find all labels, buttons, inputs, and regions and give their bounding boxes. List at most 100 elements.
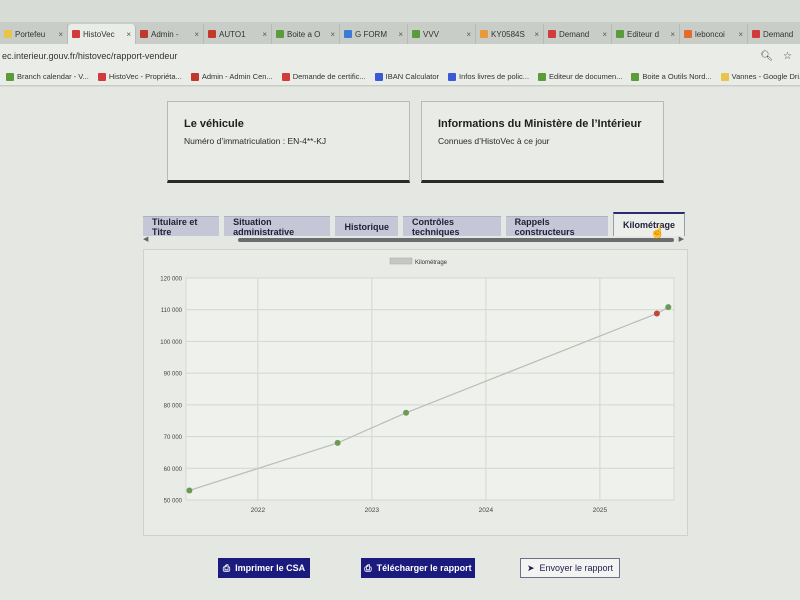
vehicle-card: Le véhicule Numéro d’immatriculation : E… (167, 101, 410, 183)
data-point (665, 304, 672, 311)
send-report-button[interactable]: ➤ Envoyer le rapport (520, 558, 620, 578)
printer-icon: ⎙ (222, 562, 231, 573)
y-tick-label: 50 000 (164, 499, 183, 505)
ministry-card-title: Informations du Ministère de l’Intérieur (438, 118, 642, 130)
bookmark-favicon-icon (720, 72, 729, 81)
close-tab-icon[interactable]: × (126, 30, 131, 39)
browser-tab[interactable]: Portefeu × (0, 24, 68, 44)
bookmark-label: Boite a Outils Nord... (642, 72, 712, 81)
data-point (653, 310, 660, 317)
browser-tab[interactable]: HistoVec × (68, 24, 136, 44)
browser-tab[interactable]: Editeur d × (612, 24, 680, 44)
close-tab-icon[interactable]: × (330, 30, 335, 39)
browser-tab[interactable]: VVV × (408, 24, 476, 44)
report-tabs: Titulaire et Titre Situation administrat… (143, 212, 685, 237)
browser-tab-label: HistoVec (83, 29, 115, 39)
download-report-button[interactable]: ⎙ Télécharger le rapport (361, 558, 475, 578)
favicon-icon (72, 30, 80, 38)
bookmark-label: Branch calendar - V... (17, 72, 89, 81)
browser-tab[interactable]: Admin - × (136, 24, 204, 44)
scroll-left-icon[interactable]: ◀ (143, 235, 148, 243)
favicon-icon (684, 30, 692, 38)
close-tab-icon[interactable]: × (534, 30, 539, 39)
close-tab-icon[interactable]: × (58, 30, 63, 39)
tab-kilometrage[interactable]: Kilométrage (612, 212, 685, 236)
bookmark-label: Admin - Admin Cen... (201, 72, 273, 81)
bookmarks-bar: Branch calendar - V... HistoVec - Proprié… (0, 68, 800, 86)
scroll-thumb[interactable] (238, 238, 674, 242)
bookmark-item[interactable]: Admin - Admin Cen... (190, 72, 273, 81)
bookmark-item[interactable]: Vannes - Google Dri... (720, 72, 800, 81)
favicon-icon (4, 30, 12, 38)
browser-tab[interactable]: Boite a O × (272, 24, 340, 44)
close-tab-icon[interactable]: × (738, 30, 743, 39)
tab-situation-administrative[interactable]: Situation administrative (224, 216, 331, 237)
bookmark-favicon-icon (281, 72, 290, 81)
browser-tab[interactable]: leboncoi × (680, 24, 748, 44)
y-tick-label: 100 000 (160, 340, 182, 346)
x-tick-label: 2023 (365, 507, 380, 514)
data-point (186, 487, 193, 494)
favicon-icon (480, 30, 488, 38)
tab-controles-techniques[interactable]: Contrôles techniques (402, 216, 501, 237)
bookmark-item[interactable]: Boite a Outils Nord... (631, 72, 712, 81)
browser-tab-label: Demand (763, 29, 794, 39)
browser-tab-strip: Portefeu × HistoVec × Admin - × AUTO1 × Boite a … (0, 22, 800, 44)
favicon-icon (752, 30, 760, 38)
bookmark-label: Editeur de documen... (549, 72, 623, 81)
x-tick-label: 2022 (251, 507, 266, 514)
bookmark-favicon-icon (6, 72, 14, 81)
tab-titulaire[interactable]: Titulaire et Titre (143, 216, 220, 237)
page-content: Le véhicule Numéro d’immatriculation : E… (0, 87, 800, 600)
favicon-icon (412, 30, 420, 38)
bookmark-label: Vannes - Google Dri... (731, 72, 800, 81)
close-tab-icon[interactable]: × (466, 30, 471, 39)
tab-rappels-constructeurs[interactable]: Rappels constructeurs (505, 216, 608, 237)
browser-tab[interactable]: G FORM × (340, 24, 408, 44)
tabs-scrollbar[interactable]: ◀ ▶ (143, 235, 684, 243)
vehicle-card-title: Le véhicule (184, 118, 244, 130)
close-tab-icon[interactable]: × (262, 30, 267, 39)
data-point (334, 439, 341, 446)
plot-area (185, 277, 675, 501)
bookmark-item[interactable]: Editeur de documen... (538, 72, 622, 81)
close-tab-icon[interactable]: × (194, 30, 199, 39)
bookmark-item[interactable]: Demande de certific... (281, 72, 366, 81)
bookmark-label: HistoVec - Propriéta... (108, 72, 182, 81)
legend-swatch (389, 257, 413, 265)
bookmark-item[interactable]: Infos livres de polic... (448, 72, 529, 81)
bookmark-item[interactable]: HistoVec - Propriéta... (97, 72, 182, 81)
legend-label: Kilométrage (415, 260, 448, 266)
close-tab-icon[interactable]: × (670, 30, 675, 39)
url-field[interactable]: ec.interieur.gouv.fr/histovec/rapport-ve… (2, 51, 760, 61)
y-tick-label: 120 000 (160, 277, 182, 283)
zoom-icon[interactable]: 🔍︎ (760, 51, 773, 62)
tab-historique[interactable]: Historique (335, 216, 398, 236)
bookmark-item[interactable]: Branch calendar - V... (6, 72, 89, 81)
mileage-chart: 50 000 60 000 70 000 80 000 90 000 100 000 110… (143, 249, 688, 536)
bookmark-favicon-icon (538, 72, 547, 81)
browser-tab[interactable]: Demand× (748, 24, 800, 44)
mileage-chart-svg: 50 000 60 000 70 000 80 000 90 000 100 000 110… (160, 257, 675, 514)
browser-tab-label: G FORM (355, 29, 387, 39)
scroll-right-icon[interactable]: ▶ (679, 235, 684, 243)
close-tab-icon[interactable]: × (398, 30, 403, 39)
print-csa-label: Imprimer le CSA (235, 563, 306, 573)
bookmark-favicon-icon (97, 72, 106, 81)
browser-tab[interactable]: KY0584S × (476, 24, 544, 44)
x-tick-label: 2024 (479, 507, 494, 514)
y-tick-label: 110 000 (161, 308, 183, 314)
data-point (403, 409, 410, 416)
browser-tab[interactable]: Demand× (544, 24, 612, 44)
close-tab-icon[interactable]: × (602, 30, 607, 39)
send-arrow-icon: ➤ (526, 562, 535, 573)
browser-tab-label: Boite a O (287, 29, 321, 39)
x-tick-label: 2025 (593, 507, 608, 514)
registration-number: Numéro d’immatriculation : EN-4**-KJ (184, 136, 327, 146)
browser-tab[interactable]: AUTO1 × (204, 24, 272, 44)
bookmark-favicon-icon (374, 72, 383, 81)
bookmark-favicon-icon (631, 72, 640, 81)
bookmark-star-icon[interactable]: ☆ (783, 51, 792, 62)
bookmark-item[interactable]: IBAN Calculator (374, 72, 439, 81)
print-csa-button[interactable]: ⎙ Imprimer le CSA (218, 558, 310, 578)
